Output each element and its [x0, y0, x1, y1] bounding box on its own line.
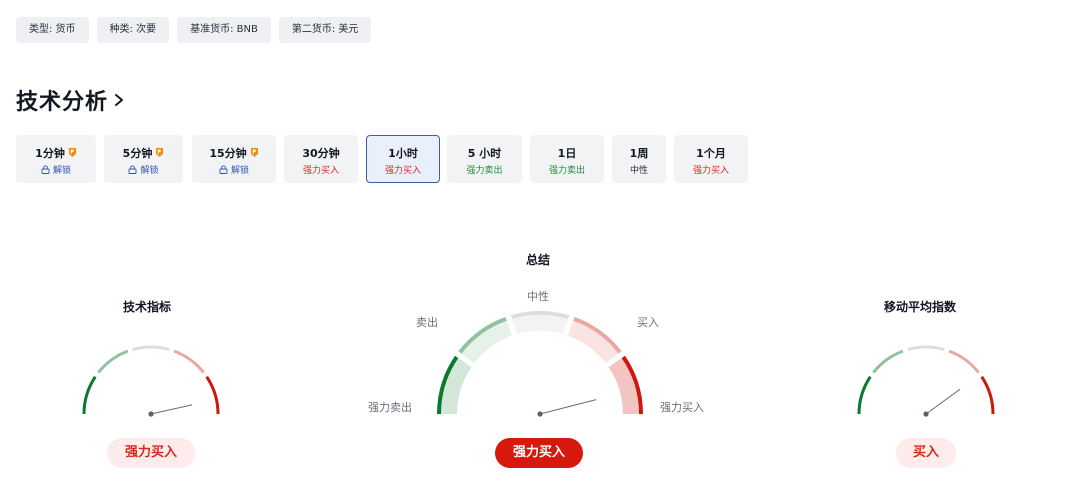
lock-icon	[41, 165, 50, 174]
gauge-segment-sell	[872, 349, 904, 374]
moving-averages-gauge-title: 移动平均指数	[884, 300, 957, 314]
gauge-band-strong-buy	[608, 358, 639, 414]
summary-label-neutral: 中性	[527, 290, 549, 303]
period-label: 5分钟	[122, 147, 153, 160]
moving-averages-gauge	[857, 345, 995, 417]
period-label: 1分钟	[35, 147, 65, 160]
period-tab-1d[interactable]: 1日 强力卖出	[530, 135, 604, 183]
gauge-needle	[925, 388, 961, 415]
premium-gem-icon	[250, 148, 258, 157]
tag-type: 类型: 货币	[16, 17, 89, 43]
period-tab-5h[interactable]: 5 小时 强力卖出	[447, 135, 522, 183]
symbol-tags: 类型: 货币 种类: 次要 基准货币: BNB 第二货币: 美元	[16, 17, 372, 43]
gauge-needle-pivot	[148, 411, 154, 417]
gauge-needle-pivot	[923, 411, 929, 417]
gauge-band-strong-sell	[441, 358, 472, 414]
summary-gauge-title: 总结	[526, 253, 551, 267]
gauge-segment-buy	[948, 349, 980, 374]
period-sub: 强力买入	[692, 166, 729, 176]
technical-analysis-link[interactable]: 技术分析	[16, 84, 126, 116]
premium-gem-icon	[68, 148, 76, 157]
chevron-right-icon	[115, 94, 124, 106]
period-label: 30分钟	[302, 147, 340, 160]
gauge-band-neutral	[512, 315, 568, 335]
gauge-segment-neutral	[907, 345, 945, 351]
period-tab-15m[interactable]: 15分钟 解锁	[192, 135, 276, 183]
period-tab-1h[interactable]: 1小时 强力买入	[366, 135, 440, 183]
summary-verdict-badge: 强力买入	[495, 438, 583, 468]
tag-quote-currency: 第二货币: 美元	[278, 17, 372, 43]
moving-averages-verdict-badge: 买入	[896, 438, 956, 468]
premium-gem-icon	[156, 148, 164, 157]
period-sub: 强力卖出	[548, 166, 585, 176]
period-tab-30m[interactable]: 30分钟 强力买入	[284, 135, 358, 183]
period-label: 1日	[557, 147, 577, 160]
period-tab-1mo[interactable]: 1个月 强力买入	[674, 135, 748, 183]
gauge-segment-strong-buy	[980, 375, 995, 415]
summary-label-strong-buy: 强力买入	[660, 401, 704, 414]
period-sub: 解锁	[140, 166, 159, 176]
period-label: 5 小时	[467, 147, 502, 160]
period-sub: 强力买入	[384, 166, 421, 176]
gauge-segment-buy	[173, 349, 205, 374]
period-label: 1周	[629, 147, 649, 160]
period-sub: 强力卖出	[466, 166, 503, 176]
tag-base-currency: 基准货币: BNB	[177, 17, 271, 43]
period-label: 1个月	[696, 147, 726, 160]
gauge-needle-pivot	[537, 411, 543, 417]
period-tab-1w[interactable]: 1周 中性	[612, 135, 666, 183]
lock-icon	[219, 165, 228, 174]
section-title: 技术分析	[16, 90, 109, 115]
summary-gauge	[437, 311, 643, 417]
indicators-gauge	[82, 345, 220, 417]
period-label: 1小时	[388, 147, 418, 160]
gauge-segment-strong-buy	[205, 375, 220, 415]
gauge-needle	[150, 404, 193, 415]
period-sub: 中性	[629, 166, 648, 176]
lock-icon	[129, 165, 137, 174]
period-sub: 解锁	[230, 166, 249, 176]
period-sub: 解锁	[52, 166, 71, 176]
gauge-segment-strong-sell	[857, 375, 872, 415]
period-tab-1m[interactable]: 1分钟 解锁	[16, 135, 96, 183]
gauge-segment-strong-sell	[82, 375, 97, 415]
gauge-segment-sell	[97, 349, 129, 374]
indicators-gauge-title: 技术指标	[123, 300, 172, 314]
indicators-verdict-badge: 强力买入	[107, 438, 195, 468]
period-tab-5m[interactable]: 5分钟 解锁	[104, 135, 183, 183]
summary-label-strong-sell: 强力卖出	[368, 401, 412, 414]
period-sub: 强力买入	[302, 166, 339, 176]
period-label: 15分钟	[209, 147, 247, 160]
gauge-segment-neutral	[132, 345, 170, 351]
gauge-needle	[539, 399, 597, 415]
tag-category: 种类: 次要	[96, 17, 170, 43]
